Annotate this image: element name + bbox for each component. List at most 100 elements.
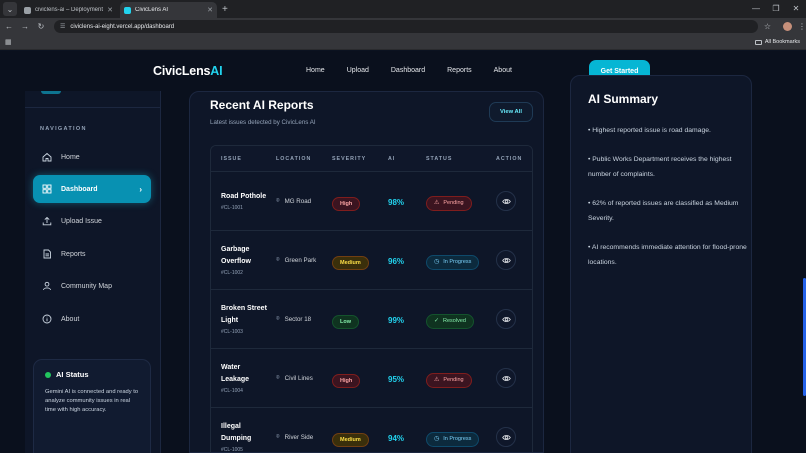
issue-id: #CL-1005 [221,447,243,453]
issue-cell: Broken Street Light #CL-1003 [221,303,269,335]
severity-badge: Medium [332,255,369,270]
view-all-button[interactable]: View All [489,102,533,122]
issue-name: Garbage Overflow [221,246,251,265]
ai-confidence-cell: 95% [388,369,418,387]
action-cell [496,191,526,211]
ai-confidence-cell: 99% [388,310,418,328]
sidebar-glow [41,91,61,94]
severity-badge: Medium [332,432,369,447]
location-cell: ⌾ Sector 18 [276,315,328,324]
profile-avatar[interactable] [783,22,793,31]
new-tab-icon[interactable]: + [222,4,228,15]
sidebar-item-label: Home [61,153,80,161]
reports-table: ISSUE LOCATION SEVERITY AI STATUS ACTION… [210,145,533,453]
reload-icon[interactable]: ↻ [34,22,48,31]
status-text: Resolved [443,318,466,324]
minimize-icon[interactable]: — [746,0,766,18]
sidebar-item-home[interactable]: Home [33,143,151,171]
issue-cell: Illegal Dumping #CL-1005 [221,421,269,453]
browser-tab-bar: ⌄ civiclens-ai – Deployment Overv ✕ Civi… [0,0,806,18]
logo-text: CivicLens [153,64,211,78]
issue-name: Water Leakage [221,364,250,383]
status-text: In Progress [443,436,472,442]
people-icon [42,281,52,291]
forward-icon[interactable]: → [18,22,32,31]
summary-title: AI Summary [588,92,659,106]
nav-home[interactable]: Home [306,67,325,74]
status-badge: ⚠ Pending [426,373,472,388]
ai-status-description: Gemini AI is connected and ready to anal… [45,389,139,413]
ai-status-card: AI Status Gemini AI is connected and rea… [33,359,151,453]
close-window-icon[interactable]: ✕ [786,0,806,18]
issue-id: #CL-1004 [221,388,243,394]
url-input[interactable]: ☰ civiclens-ai-eight.vercel.app/dashboar… [54,20,758,33]
location-pin-icon: ⌾ [276,256,280,263]
nav-about[interactable]: About [494,67,512,74]
ai-confidence: 95% [388,375,405,384]
location-pin-icon: ⌾ [276,374,280,381]
status-badge: ⚠ Pending [426,196,472,211]
nav-upload[interactable]: Upload [347,67,369,74]
location-text: Green Park [284,256,317,264]
status-icon: ⚠ [434,377,440,383]
table-row: Water Leakage #CL-1004 ⌾ Civil Lines High… [211,349,532,408]
navigation-caption: NAVIGATION [40,126,87,132]
severity-cell: Medium [332,428,382,447]
view-report-button[interactable] [496,368,516,388]
status-text: Pending [443,377,464,383]
sidebar-item-upload-issue[interactable]: Upload Issue [33,207,151,235]
issue-id: #CL-1001 [221,205,243,212]
sidebar-item-about[interactable]: About [33,305,151,333]
nav-reports[interactable]: Reports [447,67,472,74]
tab-search-icon[interactable]: ⌄ [3,2,17,16]
status-text: Pending [443,200,464,206]
view-report-button[interactable] [496,427,516,447]
tab-close-icon[interactable]: ✕ [207,6,213,14]
severity-badge: Low [332,314,359,329]
reports-title: Recent AI Reports [210,98,314,112]
column-header-location: LOCATION [276,155,312,162]
eye-icon [501,375,511,381]
maximize-icon[interactable]: ❐ [766,0,786,18]
status-icon: ◷ [434,436,440,442]
reports-subtitle: Latest issues detected by CivicLens AI [210,119,316,126]
severity-badge: High [332,196,361,211]
ai-summary-card: AI Summary • Highest reported issue is r… [570,75,752,453]
nav-dashboard[interactable]: Dashboard [391,67,425,74]
view-report-button[interactable] [496,309,516,329]
folder-icon [754,39,762,45]
chevron-right-icon: › [139,184,142,194]
sidebar-divider [25,107,161,108]
browser-tab-1[interactable]: CivicLens AI ✕ [120,2,217,18]
tab-close-icon[interactable]: ✕ [107,6,113,14]
summary-item: • 62% of reported issues are classified … [588,200,739,222]
view-report-button[interactable] [496,191,516,211]
sidebar-item-reports[interactable]: Reports [33,240,151,268]
address-bar-row: ← → ↻ ☰ civiclens-ai-eight.vercel.app/da… [0,18,806,35]
column-header-severity: SEVERITY [332,155,367,162]
browser-tab-0[interactable]: civiclens-ai – Deployment Overv ✕ [20,2,117,18]
all-bookmarks-button[interactable]: All Bookmarks [754,39,800,45]
issue-name: Road Pothole [221,192,267,200]
back-icon[interactable]: ← [2,22,16,31]
sidebar-item-label: About [61,315,80,323]
status-icon: ✓ [434,318,440,324]
sidebar-item-community-map[interactable]: Community Map [33,272,151,300]
eye-icon [501,198,511,204]
bookmark-star-icon[interactable]: ☆ [764,22,771,31]
bookmarks-bar: ▦ All Bookmarks [0,35,806,50]
view-report-button[interactable] [496,250,516,270]
issue-cell: Water Leakage #CL-1004 [221,362,269,394]
browser-menu-icon[interactable]: ⋮ [798,22,806,31]
severity-cell: High [332,192,382,211]
sidebar-item-dashboard[interactable]: Dashboard › [33,175,151,203]
ai-confidence: 96% [388,257,405,266]
site-info-icon[interactable]: ☰ [60,23,65,30]
apps-grid-icon[interactable]: ▦ [5,38,12,46]
site-logo[interactable]: CivicLensAI [153,64,223,78]
sidebar-item-label: Upload Issue [61,217,102,225]
status-badge: ✓ Resolved [426,314,474,329]
grid-icon [42,184,52,194]
ai-status-title: AI Status [56,370,89,379]
location-text: Sector 18 [284,315,312,323]
